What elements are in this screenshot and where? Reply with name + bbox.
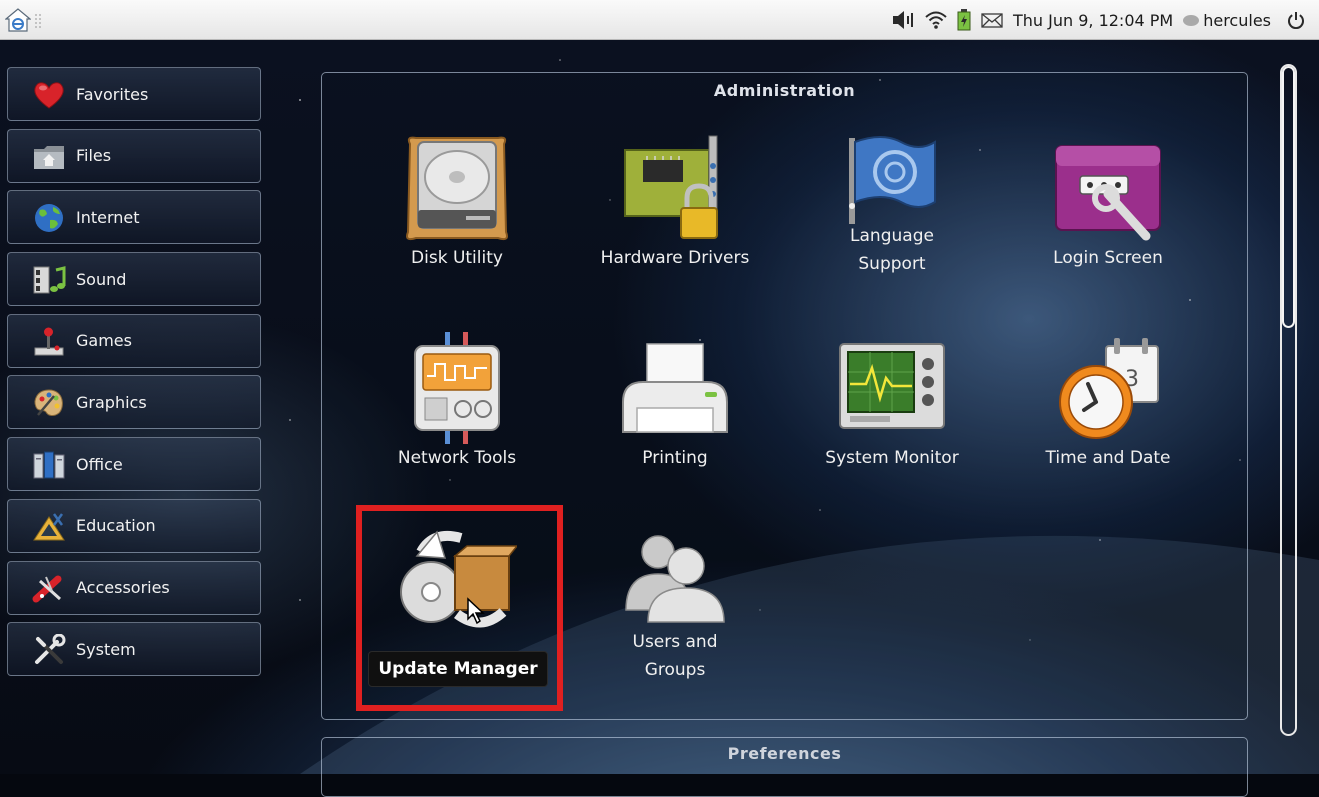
volume-icon[interactable] bbox=[891, 10, 915, 30]
app-label-line1: Users and bbox=[632, 632, 718, 652]
category-label: Accessories bbox=[76, 578, 170, 597]
category-label: Graphics bbox=[76, 392, 147, 412]
category-sound[interactable]: Sound bbox=[7, 252, 261, 307]
hard-disk-icon bbox=[406, 136, 508, 241]
scrollbar-thumb[interactable] bbox=[1282, 66, 1295, 328]
language-flag-icon bbox=[849, 136, 936, 224]
category-sidebar: Favorites Files Internet Sound Games Gra… bbox=[7, 67, 261, 684]
category-label: Office bbox=[76, 454, 123, 474]
category-label: Favorites bbox=[76, 84, 149, 104]
app-label-line2: Support bbox=[858, 254, 926, 274]
app-hardware-drivers[interactable]: Hardware Drivers bbox=[575, 132, 775, 272]
printer-icon bbox=[622, 343, 728, 433]
launcher-home-icon[interactable] bbox=[5, 8, 31, 32]
app-disk-utility[interactable]: Disk Utility bbox=[357, 132, 557, 272]
tooltip: Update Manager bbox=[368, 651, 548, 687]
category-label: Games bbox=[76, 331, 132, 351]
folder-icon bbox=[34, 145, 64, 169]
accessories-icon bbox=[32, 575, 62, 602]
app-label: Printing bbox=[642, 448, 708, 468]
system-monitor-icon bbox=[839, 343, 945, 429]
app-label: Hardware Drivers bbox=[600, 248, 750, 268]
user-menu[interactable]: hercules bbox=[1203, 11, 1271, 30]
app-login-screen[interactable]: Login Screen bbox=[1008, 132, 1208, 272]
category-accessories[interactable]: Accessories bbox=[7, 560, 261, 615]
battery-icon[interactable] bbox=[957, 9, 971, 31]
mail-icon[interactable] bbox=[981, 12, 1003, 28]
hardware-card-icon bbox=[624, 135, 718, 239]
user-status-icon bbox=[1183, 14, 1200, 26]
category-education[interactable]: Education bbox=[7, 498, 261, 553]
office-icon bbox=[33, 451, 65, 479]
power-icon[interactable] bbox=[1287, 11, 1305, 29]
preferences-panel: Preferences bbox=[321, 737, 1248, 797]
clock-display[interactable]: Thu Jun 9, 12:04 PM bbox=[1013, 11, 1173, 30]
app-users-and-groups[interactable]: Users and Groups bbox=[575, 518, 775, 684]
music-icon bbox=[33, 266, 66, 294]
category-label: Files bbox=[76, 146, 112, 166]
category-files[interactable]: Files bbox=[7, 128, 261, 183]
palette-icon bbox=[34, 389, 63, 417]
joystick-icon bbox=[34, 327, 64, 356]
app-label: Network Tools bbox=[397, 448, 517, 468]
app-network-tools[interactable]: Network Tools bbox=[357, 332, 557, 472]
users-icon bbox=[625, 535, 725, 623]
category-label: Internet bbox=[76, 207, 140, 227]
app-label: Time and Date bbox=[1045, 448, 1171, 468]
app-label-line1: Language bbox=[850, 226, 934, 246]
globe-icon bbox=[35, 204, 63, 233]
tools-icon bbox=[35, 634, 66, 665]
heart-icon bbox=[34, 82, 64, 109]
app-label-line2: Groups bbox=[644, 660, 706, 680]
category-label: System bbox=[76, 639, 136, 659]
category-games[interactable]: Games bbox=[7, 313, 261, 368]
app-language-support[interactable]: Language Support bbox=[792, 132, 992, 278]
app-printing[interactable]: Printing bbox=[575, 332, 775, 472]
clock-calendar-icon: 3 bbox=[1059, 338, 1159, 439]
app-label: Disk Utility bbox=[411, 248, 503, 268]
app-label: Login Screen bbox=[1053, 248, 1163, 268]
app-system-monitor[interactable]: System Monitor bbox=[792, 332, 992, 472]
category-office[interactable]: Office bbox=[7, 437, 261, 492]
app-time-and-date[interactable]: 3 Time and Date bbox=[1008, 332, 1208, 472]
category-favorites[interactable]: Favorites bbox=[7, 67, 261, 121]
login-screen-icon bbox=[1055, 145, 1161, 241]
category-system[interactable]: System bbox=[7, 622, 261, 677]
app-label: System Monitor bbox=[825, 448, 959, 468]
section-title: Preferences bbox=[727, 744, 842, 763]
category-graphics[interactable]: Graphics bbox=[7, 375, 261, 430]
section-title: Administration bbox=[713, 81, 856, 100]
category-internet[interactable]: Internet bbox=[7, 190, 261, 245]
category-label: Education bbox=[76, 516, 156, 536]
panel-grip-icon bbox=[35, 14, 41, 28]
education-icon bbox=[33, 513, 65, 541]
system-tray: Thu Jun 9, 12:04 PM hercules bbox=[891, 0, 1319, 40]
wifi-icon[interactable] bbox=[925, 10, 947, 30]
category-label: Sound bbox=[76, 269, 127, 289]
network-tools-icon bbox=[414, 332, 500, 444]
top-panel: Thu Jun 9, 12:04 PM hercules bbox=[0, 0, 1319, 40]
mouse-pointer-icon bbox=[467, 597, 485, 625]
